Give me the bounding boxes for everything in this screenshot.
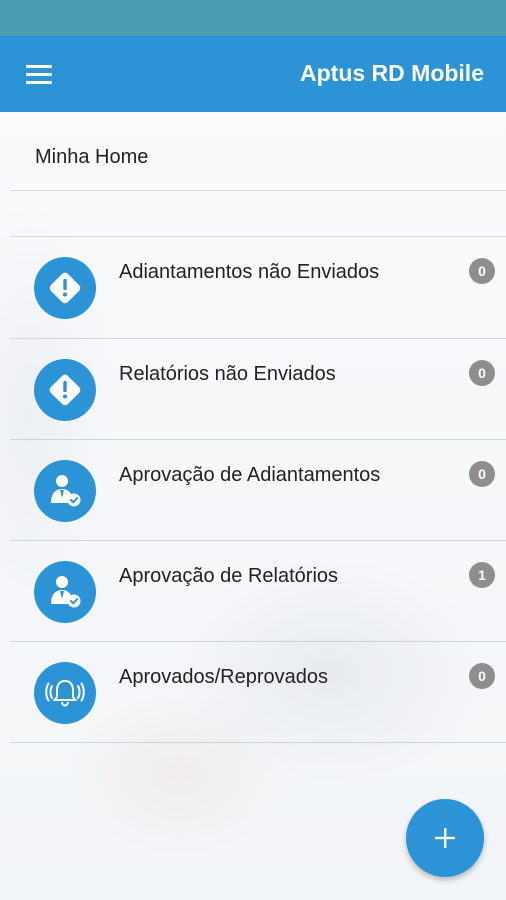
item-label: Relatórios não Enviados (119, 363, 336, 385)
divider (10, 190, 506, 191)
bell-ringing-icon (34, 662, 96, 724)
status-bar (0, 0, 506, 36)
page-title: Minha Home (35, 146, 149, 168)
count-badge: 0 (469, 663, 495, 689)
count-badge: 0 (469, 360, 495, 386)
user-approve-icon (34, 460, 96, 522)
count-badge: 0 (469, 461, 495, 487)
hamburger-menu-icon[interactable] (26, 64, 54, 84)
warning-icon (34, 257, 96, 319)
warning-icon (34, 359, 96, 421)
plus-icon (435, 828, 455, 848)
item-label: Aprovação de Adiantamentos (119, 464, 381, 486)
item-label: Adiantamentos não Enviados (119, 261, 380, 283)
app-title: Aptus RD Mobile (300, 60, 484, 86)
divider (10, 742, 506, 743)
item-label: Aprovados/Reprovados (119, 666, 329, 688)
user-approve-icon (34, 561, 96, 623)
list-item-adiantamentos-nao-enviados[interactable]: Adiantamentos não Enviados 0 (10, 237, 506, 338)
list-item-aprovacao-adiantamentos[interactable]: Aprovação de Adiantamentos 0 (10, 440, 506, 541)
add-button[interactable] (406, 799, 484, 877)
app-bar: Aptus RD Mobile (0, 36, 506, 112)
list-item-relatorios-nao-enviados[interactable]: Relatórios não Enviados 0 (10, 339, 506, 440)
count-badge: 0 (469, 258, 495, 284)
list-item-aprovados-reprovados[interactable]: Aprovados/Reprovados 0 (10, 642, 506, 743)
count-badge: 1 (469, 562, 495, 588)
list-item-aprovacao-relatorios[interactable]: Aprovação de Relatórios 1 (10, 541, 506, 642)
item-label: Aprovação de Relatórios (119, 565, 339, 587)
